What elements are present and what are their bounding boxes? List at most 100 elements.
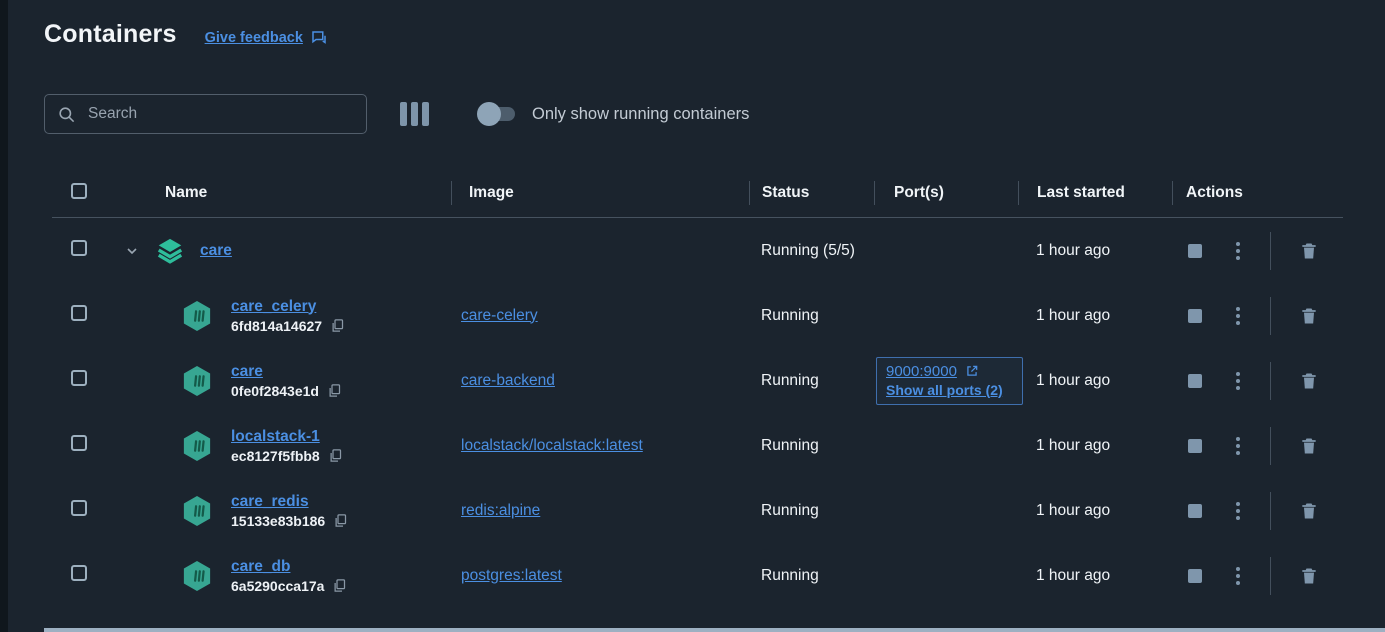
container-row: care 0fe0f2843e1d care-backend Running <box>52 348 1343 413</box>
copy-icon[interactable] <box>330 318 345 333</box>
give-feedback-link[interactable]: Give feedback <box>205 30 303 46</box>
container-icon <box>182 365 212 397</box>
stop-icon[interactable] <box>1188 244 1202 258</box>
show-all-ports-link[interactable]: Show all ports (2) <box>886 382 1003 398</box>
container-icon <box>182 300 212 332</box>
actions-divider <box>1270 492 1271 530</box>
container-icon <box>182 560 212 592</box>
give-feedback[interactable]: Give feedback <box>205 29 328 47</box>
table-header-row: Name Image Status Port(s) Last started A… <box>52 169 1343 218</box>
image-link[interactable]: localstack/localstack:latest <box>461 437 643 454</box>
group-row-care: care Running (5/5) 1 hour ago <box>52 218 1343 283</box>
copy-icon[interactable] <box>332 578 347 593</box>
kebab-menu-icon[interactable] <box>1234 435 1242 457</box>
row-checkbox[interactable] <box>71 500 87 516</box>
kebab-menu-icon[interactable] <box>1234 305 1242 327</box>
containers-page: Containers Give feedback <box>8 0 1385 632</box>
copy-icon[interactable] <box>328 448 343 463</box>
row-checkbox[interactable] <box>71 435 87 451</box>
header-actions: Actions <box>1172 181 1343 205</box>
stop-icon[interactable] <box>1188 504 1202 518</box>
container-status: Running <box>749 502 874 520</box>
toggle-label: Only show running containers <box>532 105 749 124</box>
last-started: 1 hour ago <box>1018 437 1172 455</box>
container-row: care_celery 6fd814a14627 care-celery Run… <box>52 283 1343 348</box>
container-id: 15133e83b186 <box>231 513 325 529</box>
group-status: Running (5/5) <box>749 242 874 260</box>
copy-icon[interactable] <box>333 513 348 528</box>
chat-icon <box>310 29 328 47</box>
image-link[interactable]: care-backend <box>461 372 555 389</box>
header-status: Status <box>749 181 874 205</box>
kebab-menu-icon[interactable] <box>1234 565 1242 587</box>
trash-icon[interactable] <box>1299 370 1319 392</box>
kebab-menu-icon[interactable] <box>1234 240 1242 262</box>
container-id: 6fd814a14627 <box>231 318 322 334</box>
container-row: localstack-1 ec8127f5fbb8 localstack/loc… <box>52 413 1343 478</box>
select-all-checkbox[interactable] <box>71 183 87 199</box>
page-title: Containers <box>44 20 177 49</box>
trash-icon[interactable] <box>1299 240 1319 262</box>
search-icon <box>57 105 76 124</box>
container-name-link[interactable]: care_redis <box>231 493 348 511</box>
actions-divider <box>1270 427 1271 465</box>
copy-icon[interactable] <box>327 383 342 398</box>
container-name-link[interactable]: care <box>231 363 342 381</box>
header-image: Image <box>451 181 749 205</box>
row-checkbox[interactable] <box>71 565 87 581</box>
open-external-icon[interactable] <box>965 364 979 378</box>
image-link[interactable]: redis:alpine <box>461 502 540 519</box>
page-header: Containers Give feedback <box>44 20 1385 49</box>
actions-divider <box>1270 557 1271 595</box>
container-name-link[interactable]: localstack-1 <box>231 428 343 446</box>
horizontal-scrollbar[interactable] <box>44 628 1385 632</box>
container-status: Running <box>749 372 874 390</box>
container-name-link[interactable]: care_celery <box>231 298 345 316</box>
stop-icon[interactable] <box>1188 569 1202 583</box>
group-name-link[interactable]: care <box>200 242 232 260</box>
row-checkbox[interactable] <box>71 370 87 386</box>
toggle-switch[interactable] <box>477 105 517 123</box>
row-checkbox[interactable] <box>71 240 87 256</box>
search-box[interactable] <box>44 94 367 134</box>
container-id: ec8127f5fbb8 <box>231 448 320 464</box>
kebab-menu-icon[interactable] <box>1234 500 1242 522</box>
container-status: Running <box>749 437 874 455</box>
stop-icon[interactable] <box>1188 439 1202 453</box>
header-ports: Port(s) <box>874 181 1018 205</box>
stop-icon[interactable] <box>1188 309 1202 323</box>
container-id: 0fe0f2843e1d <box>231 383 319 399</box>
container-row: care_db 6a5290cca17a postgres:latest Run… <box>52 543 1343 608</box>
container-row: care_redis 15133e83b186 redis:alpine Run… <box>52 478 1343 543</box>
container-status: Running <box>749 307 874 325</box>
row-checkbox[interactable] <box>71 305 87 321</box>
ports-box: 9000:9000 Show all ports (2) <box>876 357 1023 405</box>
last-started: 1 hour ago <box>1018 307 1172 325</box>
image-link[interactable]: postgres:latest <box>461 567 562 584</box>
container-id: 6a5290cca17a <box>231 578 324 594</box>
container-icon <box>182 430 212 462</box>
stop-icon[interactable] <box>1188 374 1202 388</box>
image-link[interactable]: care-celery <box>461 307 538 324</box>
actions-divider <box>1270 362 1271 400</box>
column-view-icon[interactable] <box>400 102 429 126</box>
trash-icon[interactable] <box>1299 500 1319 522</box>
containers-table: Name Image Status Port(s) Last started A… <box>52 169 1343 608</box>
trash-icon[interactable] <box>1299 565 1319 587</box>
running-only-toggle[interactable]: Only show running containers <box>477 105 749 124</box>
compose-stack-icon <box>155 236 185 266</box>
actions-divider <box>1270 297 1271 335</box>
group-last-started: 1 hour ago <box>1018 242 1172 260</box>
last-started: 1 hour ago <box>1018 567 1172 585</box>
trash-icon[interactable] <box>1299 305 1319 327</box>
header-last-started: Last started <box>1018 181 1172 205</box>
kebab-menu-icon[interactable] <box>1234 370 1242 392</box>
container-name-link[interactable]: care_db <box>231 558 347 576</box>
trash-icon[interactable] <box>1299 435 1319 457</box>
container-status: Running <box>749 567 874 585</box>
last-started: 1 hour ago <box>1018 372 1172 390</box>
chevron-down-icon[interactable] <box>124 243 140 259</box>
container-icon <box>182 495 212 527</box>
port-link[interactable]: 9000:9000 <box>886 363 957 380</box>
search-input[interactable] <box>88 105 354 123</box>
